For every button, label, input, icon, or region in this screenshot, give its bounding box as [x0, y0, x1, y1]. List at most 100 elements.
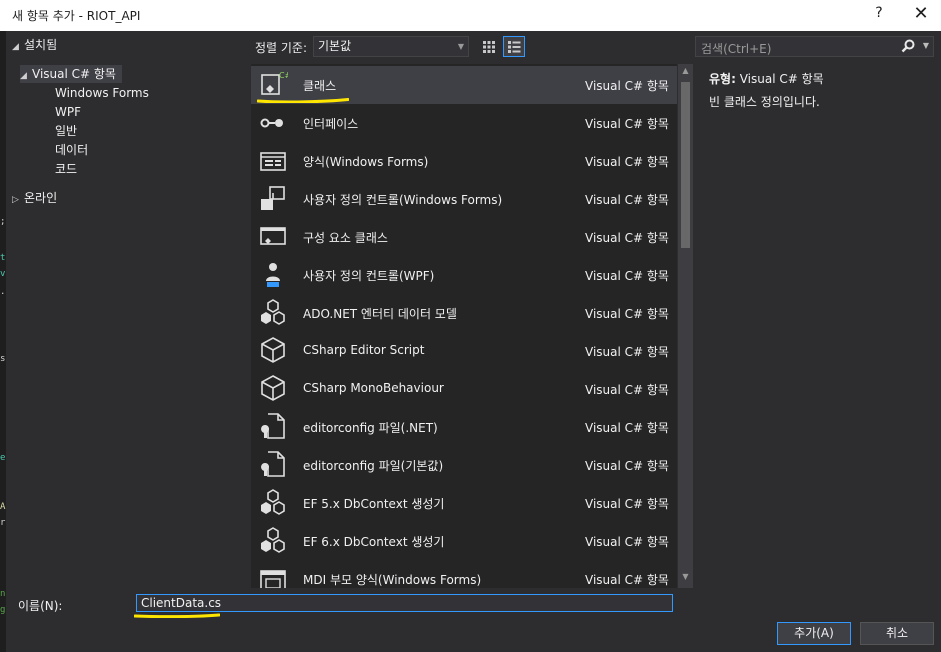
list-item[interactable]: 사용자 정의 컨트롤(WPF) Visual C# 항목	[251, 256, 677, 294]
list-view-button[interactable]	[503, 36, 525, 57]
list-item[interactable]: ADO.NET 엔터티 데이터 모델 Visual C# 항목	[251, 294, 677, 332]
item-category: Visual C# 항목	[585, 497, 669, 511]
list-item[interactable]: CSharp MonoBehaviour Visual C# 항목	[251, 370, 677, 408]
tree-item-wpf[interactable]: WPF	[55, 103, 81, 121]
sort-label: 정렬 기준:	[255, 41, 308, 55]
list-item[interactable]: 구성 요소 클래스 Visual C# 항목	[251, 218, 677, 256]
category-tree: ◢ 설치됨 ◢ Visual C# 항목 Windows Forms WPF 일반 …	[6, 31, 250, 590]
item-category: Visual C# 항목	[585, 459, 669, 473]
scroll-up-icon[interactable]: ▲	[678, 66, 693, 80]
list-view-icon	[508, 40, 521, 53]
edge-glyph: s	[0, 354, 6, 364]
wpf-user-control-icon	[266, 263, 280, 287]
edge-glyph: t	[0, 253, 6, 263]
mdi-form-icon	[260, 570, 286, 588]
close-button[interactable]: ✕	[910, 3, 932, 24]
item-name: 인터페이스	[303, 117, 359, 131]
tree-item-general[interactable]: 일반	[55, 122, 77, 140]
item-category: Visual C# 항목	[585, 79, 669, 93]
scroll-thumb[interactable]	[681, 82, 690, 248]
sort-toolbar: 정렬 기준: 기본값 ▼	[250, 31, 694, 63]
tree-item-visual-cs[interactable]: ◢ Visual C# 항목	[20, 65, 122, 83]
edge-glyph: A	[0, 502, 6, 512]
config-file-icon	[261, 451, 285, 477]
item-category: Visual C# 항목	[585, 345, 669, 359]
item-category: Visual C# 항목	[585, 117, 669, 131]
edge-glyph: v	[0, 269, 6, 279]
item-category: Visual C# 항목	[585, 307, 669, 321]
expanded-triangle-icon: ◢	[12, 42, 19, 52]
item-name: EF 5.x DbContext 생성기	[303, 497, 445, 511]
search-options-arrow-icon[interactable]: ▼	[923, 41, 929, 50]
add-button[interactable]: 추가(A)	[777, 622, 851, 645]
highlight-underline	[257, 98, 349, 103]
list-item[interactable]: 양식(Windows Forms) Visual C# 항목	[251, 142, 677, 180]
edge-glyph: .	[0, 287, 6, 297]
item-name: 클래스	[303, 79, 337, 93]
sort-select[interactable]: 기본값 ▼	[313, 36, 469, 57]
config-file-icon	[261, 413, 285, 439]
search-placeholder: 검색(Ctrl+E)	[701, 42, 772, 56]
tree-item-label: Visual C# 항목	[32, 67, 116, 81]
name-input[interactable]: ClientData.cs	[136, 594, 673, 612]
item-name: editorconfig 파일(기본값)	[303, 459, 444, 473]
tree-item-windows-forms[interactable]: Windows Forms	[55, 84, 149, 102]
generator-icon	[261, 527, 285, 553]
tree-item-online[interactable]: ▷ 온라인	[12, 189, 57, 207]
help-button[interactable]: ?	[872, 5, 886, 21]
tree-item-data[interactable]: 데이터	[55, 141, 88, 159]
class-icon: C#	[261, 71, 288, 95]
cancel-button[interactable]: 취소	[860, 622, 934, 645]
window-title: 새 항목 추가 - RIOT_API	[12, 9, 141, 23]
list-item[interactable]: 사용자 정의 컨트롤(Windows Forms) Visual C# 항목	[251, 180, 677, 218]
list-item[interactable]: CSharp Editor Script Visual C# 항목	[251, 332, 677, 370]
interface-icon	[260, 118, 283, 128]
svg-text:C#: C#	[279, 71, 288, 80]
sort-value: 기본값	[318, 39, 352, 53]
tree-item-code[interactable]: 코드	[55, 160, 77, 178]
item-name: 양식(Windows Forms)	[303, 155, 429, 169]
item-name: CSharp MonoBehaviour	[303, 381, 444, 395]
template-list: C# 클래스 Visual C# 항목 인터페이스 Visual C# 항목 양…	[251, 64, 677, 588]
item-name: ADO.NET 엔터티 데이터 모델	[303, 307, 457, 321]
tree-item-installed[interactable]: ◢ 설치됨	[12, 36, 57, 54]
item-name: 사용자 정의 컨트롤(WPF)	[303, 269, 435, 283]
edge-glyph: e	[0, 453, 6, 463]
edge-glyph: r	[0, 518, 6, 528]
details-description: 빈 클래스 정의입니다.	[709, 95, 820, 109]
cube-icon	[261, 337, 285, 363]
item-category: Visual C# 항목	[585, 421, 669, 435]
details-type-value: Visual C# 항목	[739, 72, 824, 86]
collapsed-triangle-icon: ▷	[12, 195, 19, 205]
form-icon	[260, 152, 286, 171]
item-name: EF 6.x DbContext 생성기	[303, 535, 445, 549]
scroll-down-icon[interactable]: ▼	[678, 572, 693, 586]
item-category: Visual C# 항목	[585, 535, 669, 549]
cube-icon	[261, 375, 285, 401]
list-item[interactable]: MDI 부모 양식(Windows Forms) Visual C# 항목	[251, 560, 677, 588]
details-type-label: 유형:	[709, 72, 736, 86]
item-name: 사용자 정의 컨트롤(Windows Forms)	[303, 193, 503, 207]
list-item[interactable]: editorconfig 파일(.NET) Visual C# 항목	[251, 408, 677, 446]
name-label: 이름(N):	[18, 599, 63, 613]
list-item[interactable]: EF 6.x DbContext 생성기 Visual C# 항목	[251, 522, 677, 560]
list-item[interactable]: EF 5.x DbContext 생성기 Visual C# 항목	[251, 484, 677, 522]
details-panel: 유형: Visual C# 항목 빈 클래스 정의입니다.	[709, 70, 934, 111]
list-scrollbar[interactable]: ▲ ▼	[678, 64, 693, 588]
grid-view-icon	[483, 40, 495, 53]
item-name: CSharp Editor Script	[303, 343, 425, 357]
search-box[interactable]: 검색(Ctrl+E) ▼	[695, 36, 934, 57]
details-type: 유형: Visual C# 항목	[709, 70, 934, 88]
list-item[interactable]: editorconfig 파일(기본값) Visual C# 항목	[251, 446, 677, 484]
component-class-icon	[260, 227, 286, 245]
user-control-icon	[261, 186, 285, 210]
search-icon[interactable]	[901, 39, 915, 54]
edge-glyph: ;	[0, 217, 6, 227]
list-item[interactable]: 인터페이스 Visual C# 항목	[251, 104, 677, 142]
dropdown-arrow-icon: ▼	[457, 42, 464, 51]
expanded-triangle-icon: ◢	[20, 71, 27, 81]
item-category: Visual C# 항목	[585, 573, 669, 587]
generator-icon	[261, 489, 285, 515]
item-category: Visual C# 항목	[585, 269, 669, 283]
grid-view-button[interactable]	[478, 36, 500, 57]
